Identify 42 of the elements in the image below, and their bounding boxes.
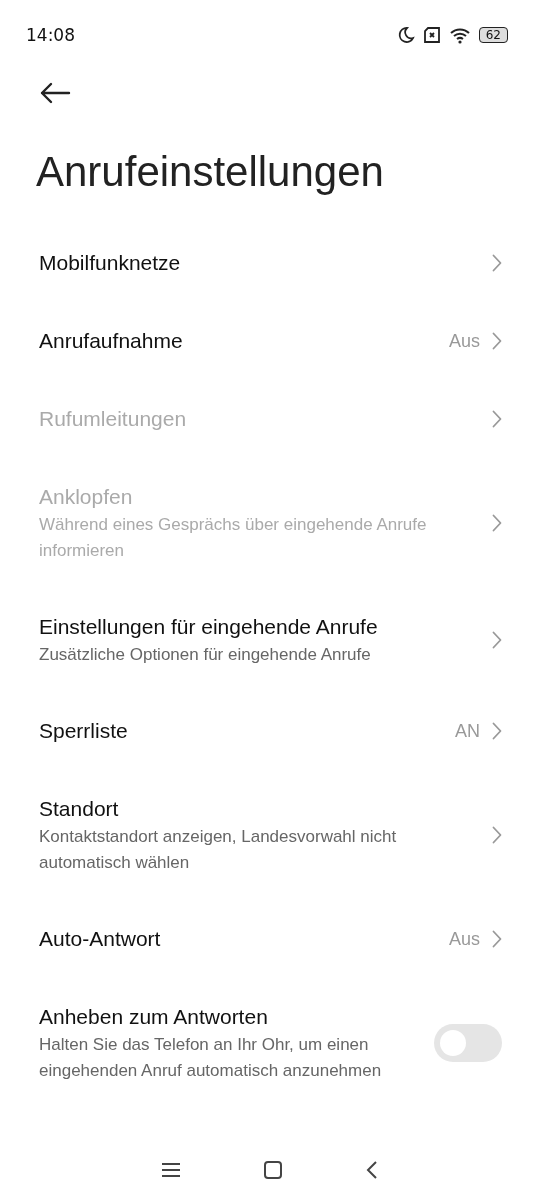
chevron-icon — [492, 254, 502, 272]
item-subtitle: Zusätzliche Optionen für eingehende Anrufe — [39, 644, 372, 666]
chevron-icon — [492, 410, 502, 428]
settings-item[interactable]: Sperrliste AN — [0, 692, 540, 770]
toggle-switch[interactable] — [434, 1024, 502, 1062]
item-subtitle: Halten Sie das Telefon an Ihr Ohr, um einen eingehenden Anruf automatisch anzunehmen — [39, 1034, 383, 1082]
home-icon[interactable] — [263, 1160, 283, 1180]
moon-icon — [396, 26, 415, 44]
item-subtitle: Kontaktstandort anzeigen, Landesvorwahl nicht automatisch wählen — [39, 826, 398, 874]
settings-item[interactable]: Standort Kontaktstandort anzeigen, Landesvorwahl nicht automatisch wählen — [0, 770, 540, 900]
item-title: Anklopfen — [39, 484, 134, 510]
item-title: Auto-Antwort — [39, 926, 162, 952]
item-subtitle: Während eines Gesprächs über eingehende Anrufe informieren — [39, 514, 428, 562]
item-value: AN — [455, 720, 480, 742]
settings-item[interactable]: Mobilfunknetze — [0, 224, 540, 302]
settings-item[interactable]: Anrufaufnahme Aus — [0, 302, 540, 380]
settings-item[interactable]: Einstellungen für eingehende Anrufe Zusätzliche Optionen für eingehende Anrufe — [0, 588, 540, 692]
settings-item[interactable]: Auto-Antwort Aus — [0, 900, 540, 978]
back-icon[interactable] — [365, 1160, 379, 1180]
item-title: Mobilfunknetze — [39, 250, 182, 276]
item-title: Rufumleitungen — [39, 406, 188, 432]
chevron-icon — [492, 722, 502, 740]
item-title: Sperrliste — [39, 718, 129, 744]
sim-card-icon — [422, 27, 441, 43]
chevron-icon — [492, 631, 502, 649]
back-button[interactable] — [38, 82, 72, 106]
chevron-icon — [492, 826, 502, 844]
wifi-icon — [448, 26, 471, 44]
battery-icon: 62 — [478, 27, 508, 43]
item-title: Einstellungen für eingehende Anrufe — [39, 614, 379, 640]
chevron-icon — [492, 514, 502, 532]
settings-item[interactable]: Anheben zum Antworten Halten Sie das Telefon an Ihr Ohr, um einen eingehenden Anruf automatisch anzunehmen — [0, 978, 540, 1108]
item-title: Anheben zum Antworten — [39, 1004, 269, 1030]
item-title: Standort — [39, 796, 120, 822]
chevron-icon — [492, 332, 502, 350]
item-title: Anrufaufnahme — [39, 328, 184, 354]
page-title: Anrufeinstellungen — [36, 148, 385, 196]
status-time: 14:08 — [26, 25, 75, 45]
item-value: Aus — [448, 330, 480, 352]
chevron-icon — [492, 930, 502, 948]
item-value: Aus — [448, 928, 480, 950]
menu-icon[interactable] — [161, 1162, 181, 1178]
